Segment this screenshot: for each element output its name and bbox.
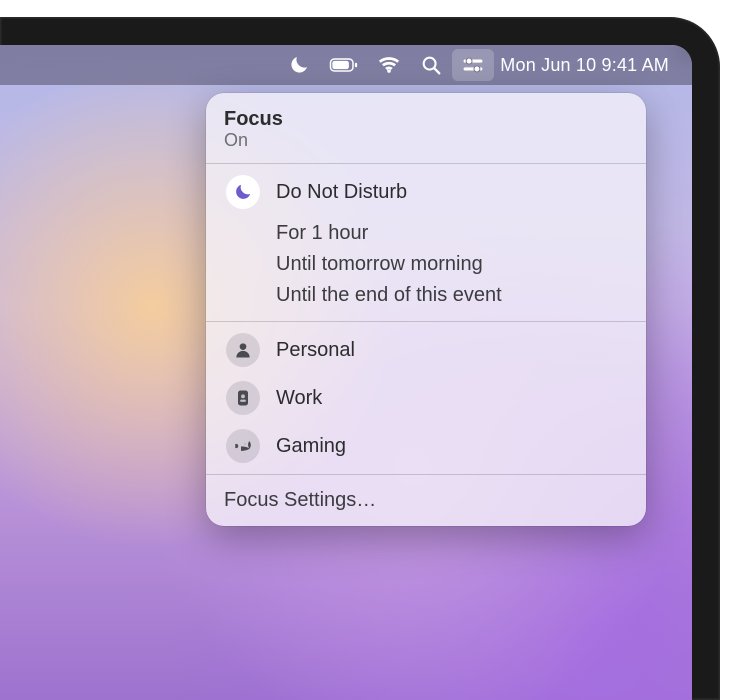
focus-mode-personal[interactable]: Personal — [206, 326, 646, 374]
menubar-focus-status[interactable] — [278, 49, 320, 81]
badge-icon — [226, 381, 260, 415]
focus-duration-option[interactable]: For 1 hour — [206, 218, 646, 249]
focus-duration-option[interactable]: Until tomorrow morning — [206, 249, 646, 280]
battery-icon — [329, 54, 359, 76]
focus-mode-label: Work — [276, 387, 322, 410]
rocket-icon — [226, 429, 260, 463]
focus-mode-label: Personal — [276, 339, 355, 362]
divider — [206, 474, 646, 475]
focus-panel-status: On — [224, 130, 628, 151]
moon-icon — [288, 54, 310, 76]
focus-duration-option[interactable]: Until the end of this event — [206, 280, 646, 311]
focus-panel-header: Focus On — [206, 105, 646, 159]
desktop-screen: Mon Jun 10 9:41 AM Focus On Do Not Distu… — [0, 45, 692, 700]
person-icon — [226, 333, 260, 367]
focus-mode-label: Gaming — [276, 435, 346, 458]
menubar-spotlight-search[interactable] — [410, 49, 452, 81]
search-icon — [420, 54, 442, 76]
focus-mode-label: Do Not Disturb — [276, 181, 407, 204]
menubar-wifi[interactable] — [368, 49, 410, 81]
focus-mode-work[interactable]: Work — [206, 374, 646, 422]
menubar: Mon Jun 10 9:41 AM — [0, 45, 692, 85]
wifi-icon — [378, 54, 400, 76]
moon-icon — [226, 175, 260, 209]
control-center-icon — [462, 54, 484, 76]
divider — [206, 321, 646, 322]
focus-settings-link[interactable]: Focus Settings… — [206, 479, 646, 518]
divider — [206, 163, 646, 164]
menubar-control-center[interactable] — [452, 49, 494, 81]
menubar-battery[interactable] — [320, 49, 368, 81]
focus-panel: Focus On Do Not Disturb For 1 hour Until… — [206, 93, 646, 526]
menubar-datetime[interactable]: Mon Jun 10 9:41 AM — [494, 49, 678, 81]
focus-duration-options: For 1 hour Until tomorrow morning Until … — [206, 216, 646, 317]
focus-mode-do-not-disturb[interactable]: Do Not Disturb — [206, 168, 646, 216]
focus-mode-gaming[interactable]: Gaming — [206, 422, 646, 470]
focus-panel-title: Focus — [224, 107, 628, 131]
